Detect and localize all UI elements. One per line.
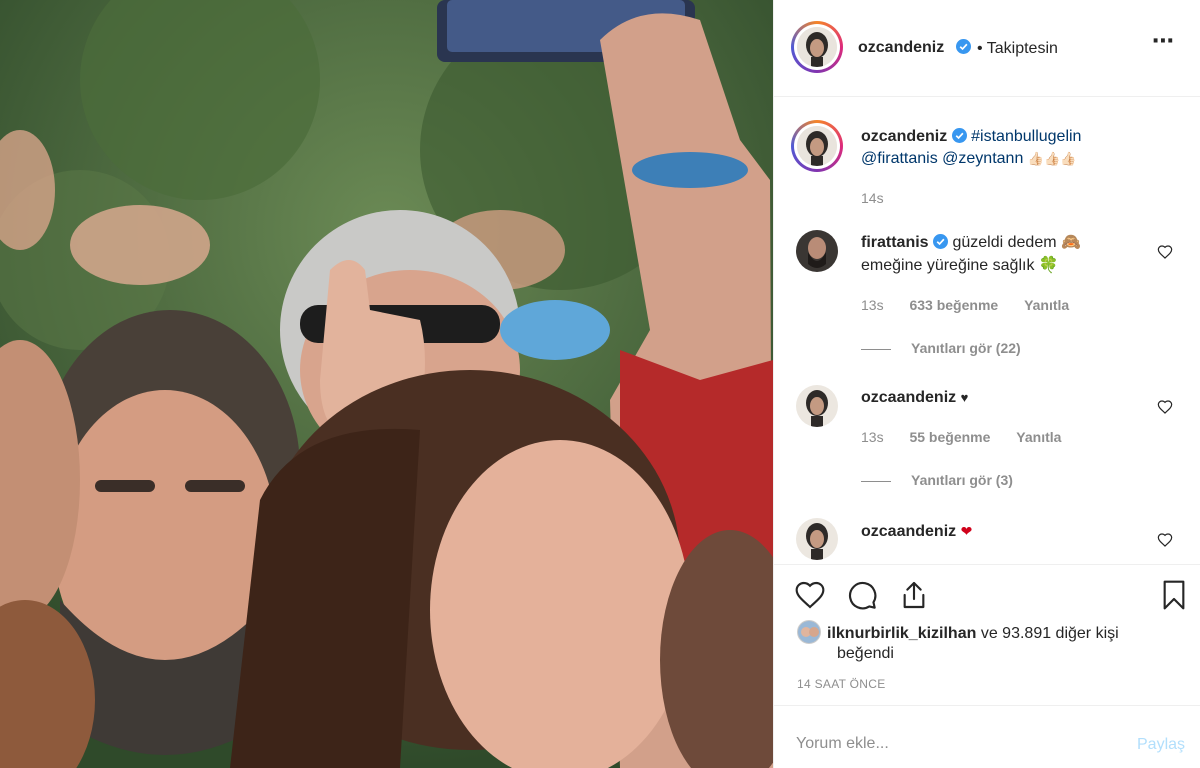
view-replies-button[interactable]: Yanıtları gör (3) (861, 472, 1013, 488)
reply-button[interactable]: Yanıtla (1024, 297, 1069, 313)
like-comment-heart-icon[interactable] (1157, 244, 1173, 260)
caption-mentions[interactable]: @firattanis @zeyntann (861, 150, 1023, 167)
comment-bubble-icon[interactable] (846, 579, 878, 611)
post-author-username[interactable]: ozcandeniz (858, 39, 944, 57)
caption-avatar[interactable] (791, 120, 843, 172)
comments-list[interactable]: ozcandeniz #istanbullugelin @firattanis … (774, 98, 1200, 564)
like-heart-icon[interactable] (794, 579, 826, 611)
post-action-bar (774, 564, 1200, 624)
follow-status[interactable]: • Takiptesin (977, 40, 1058, 58)
comment-text: ozcaandeniz ❤ (861, 520, 972, 543)
comment-text-line2: emeğine yüreğine sağlık 🍀 (861, 257, 1059, 274)
caption-time: 14s (861, 190, 884, 206)
caption-username[interactable]: ozcandeniz (861, 128, 947, 145)
share-upload-icon[interactable] (898, 579, 930, 611)
comment-likes[interactable]: 55 beğenme (909, 429, 990, 445)
comment-likes[interactable]: 633 beğenme (909, 297, 998, 313)
add-comment-bar: Yorum ekle... Paylaş (774, 705, 1200, 768)
comment-username[interactable]: firattanis (861, 234, 929, 251)
verified-badge-icon (951, 128, 967, 143)
clover-emoji: 🍀 (1038, 257, 1059, 274)
likes-suffix: beğendi (837, 645, 894, 662)
comment-meta: 13s 633 beğenme Yanıtla (861, 297, 1070, 313)
like-comment-heart-icon[interactable] (1157, 532, 1173, 548)
thumbs-up-emoji: 👍🏻👍🏻👍🏻 (1027, 151, 1077, 166)
liker-username[interactable]: ilknurbirlik_kizilhan (827, 625, 976, 642)
post-header: ozcandeniz • Takiptesin ⋯ (774, 0, 1200, 97)
view-replies-button[interactable]: Yanıtları gör (22) (861, 340, 1021, 356)
likes-summary: ilknurbirlik_kizilhan ve 93.891 diğer ki… (797, 620, 1119, 646)
more-options-icon[interactable]: ⋯ (1152, 28, 1175, 54)
story-ring-avatar[interactable] (791, 21, 843, 73)
post-photo[interactable] (0, 0, 773, 768)
black-heart-emoji: ♥ (960, 390, 969, 405)
verified-badge-icon (933, 234, 949, 249)
caption-line2: @firattanis @zeyntann 👍🏻👍🏻👍🏻 (861, 148, 1076, 170)
comment-username[interactable]: ozcaandeniz (861, 389, 956, 406)
comment-avatar[interactable] (796, 518, 838, 560)
comment-text: ozcaandeniz ♥ (861, 387, 968, 409)
comment-input[interactable]: Yorum ekle... (796, 735, 889, 753)
avatar (797, 27, 837, 67)
see-no-evil-emoji: 🙈 (1061, 234, 1081, 251)
others-like-count[interactable]: ve 93.891 diğer kişi (981, 625, 1119, 642)
verified-badge-icon (956, 39, 971, 54)
post-side-panel: ozcandeniz • Takiptesin ⋯ ozcandeniz #is… (773, 0, 1200, 768)
post-timestamp: 14 SAAT ÖNCE (797, 677, 886, 691)
red-heart-emoji: ❤ (960, 523, 973, 539)
reply-button[interactable]: Yanıtla (1016, 429, 1061, 445)
crowd-photo-illustration (0, 0, 773, 768)
comment-meta: 13s 55 beğenme Yanıtla (861, 429, 1062, 445)
post-comment-button[interactable]: Paylaş (1137, 736, 1185, 754)
bookmark-save-icon[interactable] (1158, 579, 1190, 611)
comment-username[interactable]: ozcaandeniz (861, 523, 956, 540)
liker-avatar[interactable] (797, 620, 821, 644)
comment-avatar[interactable] (796, 230, 838, 272)
like-comment-heart-icon[interactable] (1157, 399, 1173, 415)
caption-hashtag[interactable]: #istanbullugelin (971, 128, 1081, 145)
comment-text: firattanis güzeldi dedem 🙈 (861, 234, 1081, 251)
comment-avatar[interactable] (796, 385, 838, 427)
caption-line1: ozcandeniz #istanbullugelin (861, 126, 1081, 148)
